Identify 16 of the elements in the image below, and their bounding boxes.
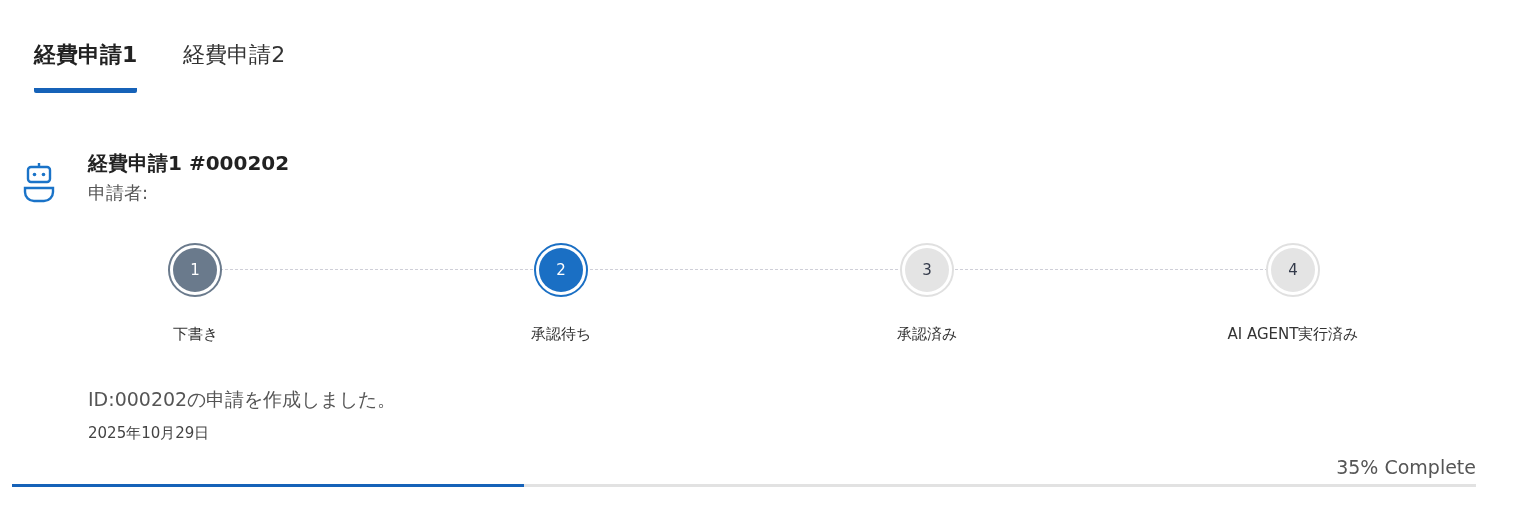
step-indicator: 1 [168,243,222,297]
tab[interactable]: 経費申請1 [34,40,138,93]
step-label: AI AGENT実行済み [1227,324,1359,345]
robot-icon [22,161,56,203]
progress-reading: 35% Complete [1336,455,1476,480]
step-indicator: 3 [900,243,954,297]
step-indicator: 4 [1266,243,1320,297]
applicant-label: 申請者: [88,181,150,205]
tab[interactable]: 経費申請2 [183,40,286,93]
step-label: 承認待ち [531,324,591,345]
date-text: 2025年10月29日 [88,423,211,444]
step-label: 承認済み [897,324,957,345]
step-indicator: 2 [534,243,588,297]
step-label: 下書き [172,324,218,345]
request-title: 経費申請1 #000202 [88,150,290,177]
status-message: ID:000202の申請を作成しました。 [88,387,398,412]
